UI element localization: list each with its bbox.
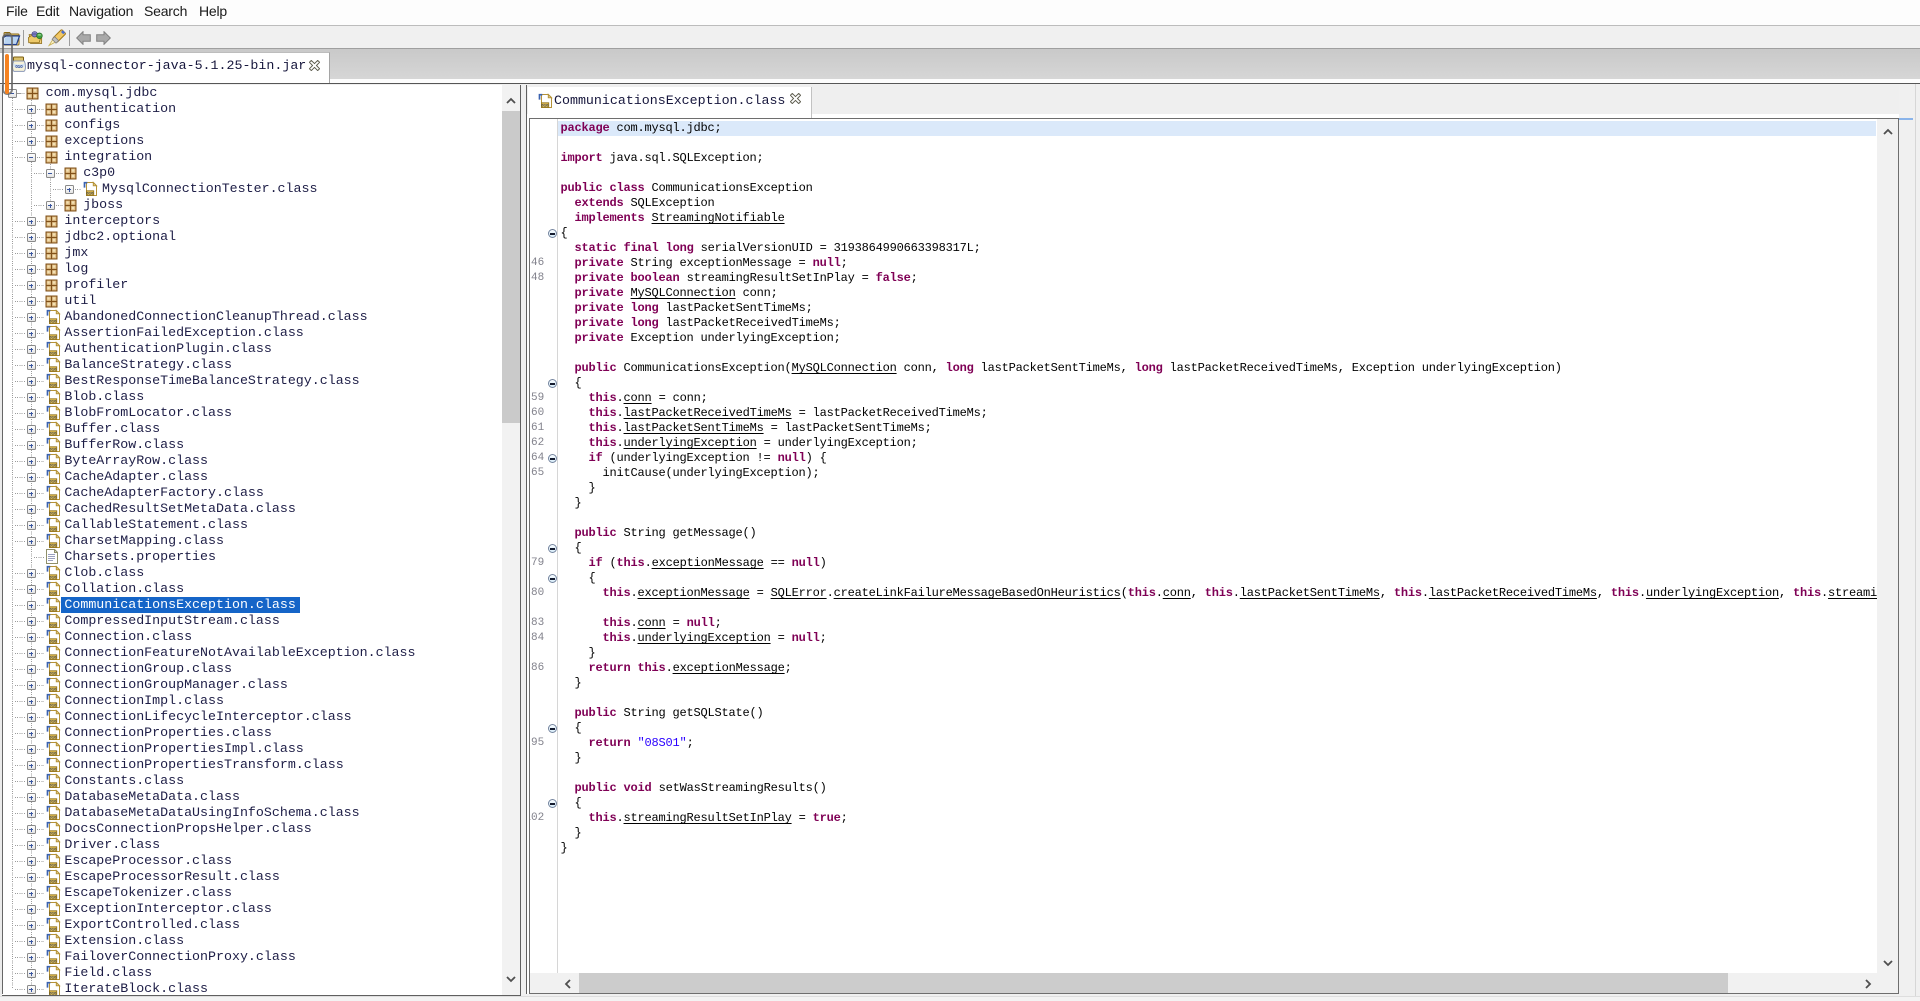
svg-text:010: 010: [49, 767, 56, 772]
svg-text:010: 010: [49, 511, 56, 516]
svg-text:010: 010: [49, 783, 56, 788]
svg-text:010: 010: [49, 895, 56, 900]
svg-text:010: 010: [49, 799, 56, 804]
svg-text:010: 010: [49, 671, 56, 676]
svg-text:010: 010: [49, 975, 56, 980]
svg-text:010: 010: [49, 943, 56, 948]
svg-text:010: 010: [49, 383, 56, 388]
svg-text:010: 010: [49, 591, 56, 596]
svg-text:010: 010: [49, 655, 56, 660]
svg-text:010: 010: [49, 639, 56, 644]
svg-text:010: 010: [49, 719, 56, 724]
svg-text:010: 010: [49, 847, 56, 852]
svg-text:010: 010: [49, 831, 56, 836]
svg-text:010: 010: [49, 623, 56, 628]
svg-text:010: 010: [49, 927, 56, 932]
svg-text:010: 010: [49, 879, 56, 884]
svg-text:010: 010: [49, 319, 56, 324]
svg-text:010: 010: [49, 527, 56, 532]
svg-text:010: 010: [49, 911, 56, 916]
svg-text:010: 010: [49, 431, 56, 436]
svg-text:010: 010: [49, 959, 56, 964]
svg-text:010: 010: [49, 735, 56, 740]
svg-text:010: 010: [49, 463, 56, 468]
svg-text:010: 010: [49, 415, 56, 420]
svg-text:010: 010: [49, 607, 56, 612]
svg-text:010: 010: [49, 575, 56, 580]
svg-text:010: 010: [49, 367, 56, 372]
svg-text:010: 010: [49, 495, 56, 500]
svg-text:010: 010: [15, 64, 23, 69]
svg-text:010: 010: [542, 103, 549, 108]
svg-text:010: 010: [49, 335, 56, 340]
svg-text:010: 010: [49, 447, 56, 452]
svg-text:010: 010: [49, 863, 56, 868]
svg-text:010: 010: [87, 191, 94, 196]
svg-text:010: 010: [49, 751, 56, 756]
svg-text:010: 010: [49, 687, 56, 692]
svg-text:010: 010: [49, 543, 56, 548]
svg-text:010: 010: [49, 479, 56, 484]
svg-text:010: 010: [49, 399, 56, 404]
svg-text:010: 010: [49, 351, 56, 356]
svg-text:010: 010: [49, 815, 56, 820]
svg-text:010: 010: [49, 703, 56, 708]
